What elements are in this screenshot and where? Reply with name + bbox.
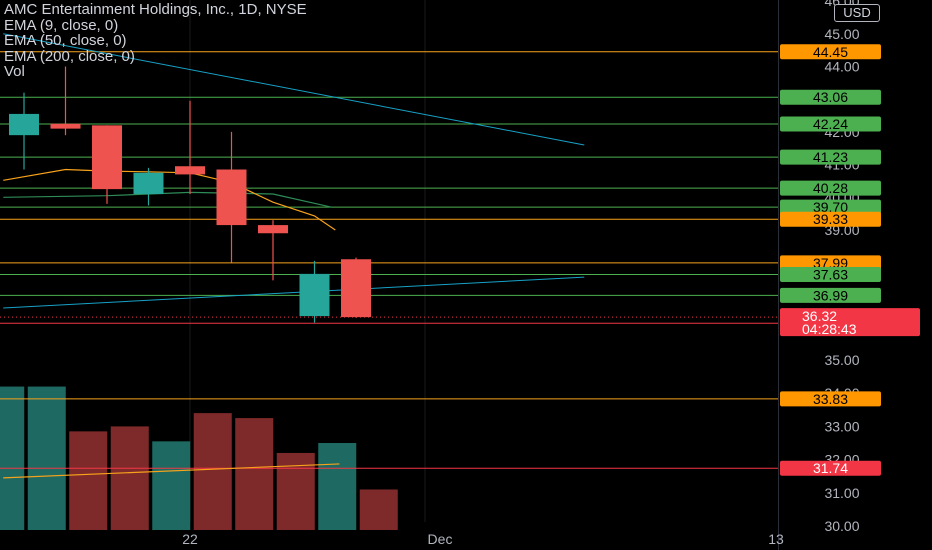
candle-body <box>9 113 39 136</box>
legend-ema9[interactable]: EMA (9, close, 0) <box>4 17 307 34</box>
price-label: 44.45 <box>813 44 848 60</box>
ema200-line <box>3 276 585 309</box>
price-label: 36.99 <box>813 287 848 303</box>
chart-root[interactable]: 46.0045.0044.0043.0042.0041.0040.0039.00… <box>0 0 932 550</box>
price-label: 39.33 <box>813 211 848 227</box>
candle-body <box>299 273 330 317</box>
y-tick-label: 35.00 <box>824 352 859 368</box>
volume-bar <box>152 441 191 530</box>
x-tick-label: 22 <box>182 531 198 547</box>
price-label: 37.63 <box>813 267 848 283</box>
price-label: 31.74 <box>813 460 848 476</box>
candle-body <box>50 123 81 129</box>
y-tick-label: 30.00 <box>824 518 859 534</box>
y-tick-label: 44.00 <box>824 59 859 75</box>
price-label: 33.83 <box>813 391 848 407</box>
y-tick-label: 33.00 <box>824 418 859 434</box>
y-tick-label: 45.00 <box>824 26 859 42</box>
ema9-line <box>3 168 336 231</box>
currency-badge[interactable]: USD <box>834 4 880 22</box>
price-label: 42.24 <box>813 116 848 132</box>
price-label: 41.23 <box>813 149 848 165</box>
candle-body <box>175 166 205 175</box>
chart-legend: AMC Entertainment Holdings, Inc., 1D, NY… <box>4 2 307 80</box>
price-label: 40.28 <box>813 180 848 196</box>
volume-bar <box>0 386 25 530</box>
volume-bar <box>318 443 357 530</box>
volume-bar <box>110 426 149 530</box>
volume-bar <box>359 489 398 530</box>
legend-title[interactable]: AMC Entertainment Holdings, Inc., 1D, NY… <box>4 2 307 18</box>
x-tick-label: Dec <box>428 531 453 547</box>
legend-vol[interactable]: Vol <box>4 64 307 80</box>
candle-body <box>341 259 371 318</box>
price-chart[interactable]: 46.0045.0044.0043.0042.0041.0040.0039.00… <box>0 0 932 550</box>
candle-body <box>92 125 122 190</box>
legend-ema200[interactable]: EMA (200, close, 0) <box>4 48 307 65</box>
candle-body <box>133 172 164 195</box>
y-tick-label: 31.00 <box>824 485 859 501</box>
x-tick-label: 13 <box>768 531 784 547</box>
volume-bar <box>193 413 232 530</box>
legend-ema50[interactable]: EMA (50, close, 0) <box>4 33 307 49</box>
volume-bar <box>235 418 274 530</box>
price-label: 43.06 <box>813 89 848 105</box>
candle-body <box>258 225 288 234</box>
candle-body <box>216 169 247 226</box>
volume-bar <box>276 452 315 530</box>
countdown-label: 04:28:43 <box>802 321 857 337</box>
volume-bar <box>69 431 108 530</box>
volume-bar <box>27 386 66 530</box>
